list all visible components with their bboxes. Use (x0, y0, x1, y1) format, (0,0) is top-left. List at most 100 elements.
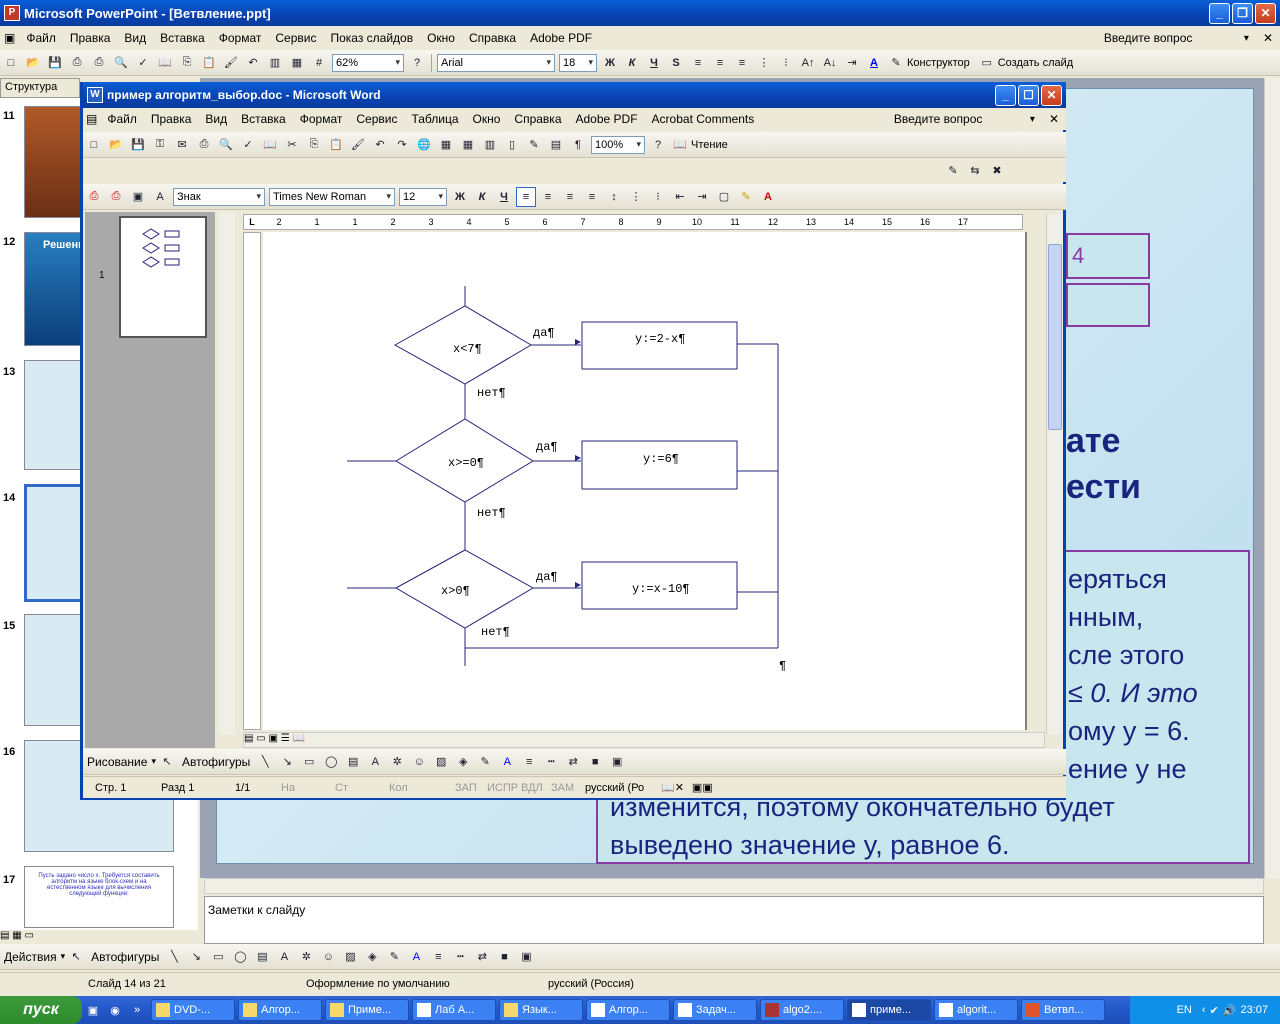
research-icon[interactable]: 📖 (155, 53, 175, 73)
ppt-menu-adobe[interactable]: Adobe PDF (523, 31, 599, 45)
arrow-style-icon[interactable]: ⇄ (563, 752, 583, 772)
ppt-font-select[interactable]: Arial (437, 53, 555, 72)
quicklaunch-icon[interactable]: ▣ (83, 1000, 103, 1020)
slide-purple-box[interactable]: 4 (1066, 233, 1150, 279)
arrow-style-icon[interactable]: ⇄ (472, 947, 492, 967)
paste-icon[interactable]: 📋 (199, 53, 219, 73)
rectangle-icon[interactable]: ▭ (299, 752, 319, 772)
word-zoom-select[interactable]: 100% (591, 135, 645, 154)
word-menu-format[interactable]: Формат (293, 112, 350, 126)
line-style-icon[interactable]: ≡ (519, 752, 539, 772)
start-button[interactable]: пуск (0, 996, 82, 1024)
styles-icon[interactable]: A (150, 187, 170, 207)
numbering-icon[interactable]: ⋮ (626, 187, 646, 207)
word-menu-window[interactable]: Окно (466, 112, 508, 126)
line-style-icon[interactable]: ≡ (428, 947, 448, 967)
ppt-menu-insert[interactable]: Вставка (153, 31, 212, 45)
page-thumbnail[interactable] (119, 216, 207, 338)
table-icon[interactable]: ▦ (287, 53, 307, 73)
word-menu-acrobat[interactable]: Acrobat Comments (645, 112, 762, 126)
clipart-icon[interactable]: ☺ (318, 947, 338, 967)
reading-button[interactable]: Чтение (691, 139, 728, 151)
word-menu-edit[interactable]: Правка (144, 112, 199, 126)
undo-icon[interactable]: ↶ (243, 53, 263, 73)
autoshapes-menu[interactable]: Автофигуры (87, 950, 163, 964)
new-icon[interactable]: □ (1, 53, 21, 73)
format-painter-icon[interactable]: 🖌 (221, 53, 241, 73)
rectangle-icon[interactable]: ▭ (208, 947, 228, 967)
shadow-style-icon[interactable]: ■ (585, 752, 605, 772)
borders-icon[interactable]: ▢ (714, 187, 734, 207)
view-reading-icon[interactable]: 📖 (292, 733, 304, 744)
italic-icon[interactable]: К (622, 53, 642, 73)
picture-icon[interactable]: ▨ (431, 752, 451, 772)
close-button[interactable]: ✕ (1255, 2, 1276, 24)
cut-icon[interactable]: ✂ (282, 135, 302, 155)
show-view-icon[interactable]: ▭ (24, 930, 33, 941)
status-ext[interactable]: ВДЛ (521, 782, 551, 794)
dash-style-icon[interactable]: ┅ (450, 947, 470, 967)
new-icon[interactable]: □ (84, 135, 104, 155)
textbox-icon[interactable]: ▤ (343, 752, 363, 772)
ppt-ask-input[interactable]: Введите вопрос (1097, 29, 1237, 47)
chart-icon[interactable]: ▥ (265, 53, 285, 73)
word-menu-table[interactable]: Таблица (404, 112, 465, 126)
status-ovr[interactable]: ЗАМ (551, 782, 585, 794)
language-indicator[interactable]: EN (1177, 1004, 1192, 1016)
align-left-icon[interactable]: ≡ (516, 186, 536, 207)
paste-icon[interactable]: 📋 (326, 135, 346, 155)
save-icon[interactable]: 💾 (45, 53, 65, 73)
task-button[interactable]: Лаб А... (412, 999, 496, 1021)
copy-icon[interactable]: ⎘ (304, 135, 324, 155)
reject-icon[interactable]: ✖ (987, 160, 1007, 180)
font-color-icon[interactable]: A (864, 53, 884, 73)
clock[interactable]: 23:07 (1240, 1004, 1268, 1016)
sorter-view-icon[interactable]: ▦ (12, 930, 21, 941)
tables-borders-icon[interactable]: ▦ (436, 135, 456, 155)
word-ask-dropdown-icon[interactable]: ▾ (1023, 114, 1042, 125)
ppt-hscrollbar[interactable] (204, 878, 1264, 894)
compare-icon[interactable]: ⇆ (965, 160, 985, 180)
format-painter-icon[interactable]: 🖌 (348, 135, 368, 155)
highlight-icon[interactable]: ✎ (736, 187, 756, 207)
task-button[interactable]: Алгор... (238, 999, 322, 1021)
open-icon[interactable]: 📂 (23, 53, 43, 73)
excel-icon[interactable]: ▥ (480, 135, 500, 155)
bold-icon[interactable]: Ж (450, 187, 470, 207)
pdf-mail-icon[interactable]: ⎙ (106, 187, 126, 207)
bold-icon[interactable]: Ж (600, 53, 620, 73)
hyperlink-icon[interactable]: 🌐 (414, 135, 434, 155)
ppt-ask-dropdown-icon[interactable]: ▾ (1237, 33, 1256, 44)
slide-purple-box-2[interactable] (1066, 283, 1150, 327)
email-icon[interactable]: ✉ (172, 135, 192, 155)
quicklaunch-more-icon[interactable]: » (127, 1000, 147, 1020)
task-button[interactable]: algo2.... (760, 999, 844, 1021)
thumb-scrollbar[interactable] (219, 212, 235, 734)
shadow-style-icon[interactable]: ■ (494, 947, 514, 967)
pdf-review-icon[interactable]: ▣ (128, 187, 148, 207)
volume-icon[interactable]: 🔊 (1223, 1004, 1237, 1017)
ppt-size-select[interactable]: 18 (559, 53, 597, 72)
docmap-icon[interactable]: ▤ (546, 135, 566, 155)
task-button[interactable]: Алгор... (586, 999, 670, 1021)
tab-structure[interactable]: Структура (0, 78, 80, 98)
quicklaunch-icon[interactable]: ◉ (105, 1000, 125, 1020)
preview-icon[interactable]: 🔍 (216, 135, 236, 155)
draw-menu[interactable]: Рисование (83, 755, 151, 769)
ppt-menu-window[interactable]: Окно (420, 31, 462, 45)
oval-icon[interactable]: ◯ (230, 947, 250, 967)
research-icon[interactable]: 📖 (260, 135, 280, 155)
font-color-icon[interactable]: A (406, 947, 426, 967)
task-button[interactable]: Приме... (325, 999, 409, 1021)
tray-arrow-icon[interactable]: ‹ (1202, 1004, 1206, 1016)
fill-color-icon[interactable]: ◈ (362, 947, 382, 967)
align-right-icon[interactable]: ≡ (560, 187, 580, 207)
print-icon[interactable]: ⎙ (194, 135, 214, 155)
ppt-menu-edit[interactable]: Правка (63, 31, 118, 45)
line-icon[interactable]: ╲ (164, 947, 184, 967)
print-icon[interactable]: ⎙ (89, 53, 109, 73)
task-button-active[interactable]: приме... (847, 999, 931, 1021)
konstruktor-button[interactable]: Конструктор (907, 57, 970, 69)
tab-selector[interactable]: L (244, 217, 260, 227)
ppt-zoom-select[interactable]: 62% (332, 53, 404, 72)
